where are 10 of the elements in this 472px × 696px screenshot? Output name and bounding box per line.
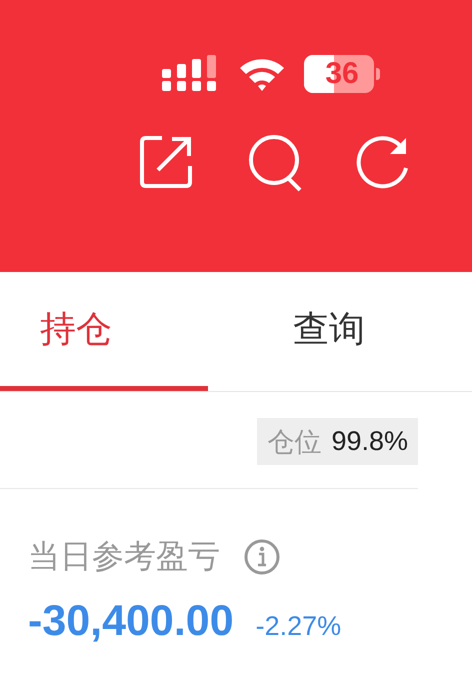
info-icon[interactable] [244,539,280,575]
tab[interactable]: 查询 [208,272,365,391]
pnl-amount: -30,400.00 [28,597,234,646]
search-icon[interactable] [246,134,304,192]
pnl-label: 当日参考盈亏 [28,537,220,576]
wifi-icon [238,56,286,92]
position-value: 99.8% [331,426,408,457]
tab[interactable]: 持仓 [0,272,208,391]
pnl-percent: -2.27% [256,611,342,642]
position-label: 仓位 [267,426,322,458]
